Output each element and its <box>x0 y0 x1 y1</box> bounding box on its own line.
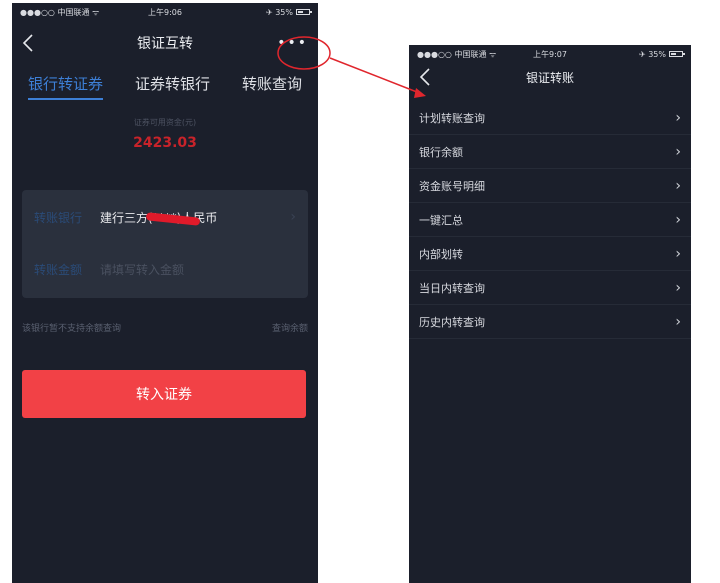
chevron-right-icon: › <box>675 313 681 330</box>
chevron-right-icon: › <box>675 177 681 194</box>
menu-item-label: 当日内转查询 <box>419 281 485 295</box>
nav-bar: 银证互转 ••• <box>12 21 318 65</box>
amount-label: 转账金额 <box>34 262 83 277</box>
transfer-tabs: 银行转证券 证券转银行 转账查询 <box>12 69 318 105</box>
chevron-right-icon: › <box>675 245 681 262</box>
battery-status: ✈ 35% <box>265 7 312 17</box>
battery-percent: ✈ 35% <box>638 49 666 59</box>
battery-icon <box>669 51 685 57</box>
menu-item-label: 历史内转查询 <box>419 315 485 329</box>
transfer-form-card: 转账银行 建行三方(****)人民币 › 转账金额 请填写转入金额 <box>22 190 308 298</box>
menu-item-one-click-summary[interactable]: 一键汇总 › <box>409 203 691 237</box>
chevron-right-icon: › <box>290 209 296 225</box>
battery-icon <box>296 9 312 15</box>
chevron-right-icon: › <box>675 109 681 126</box>
back-icon[interactable] <box>22 33 42 53</box>
page-title: 银证转账 <box>525 70 574 85</box>
page-title: 银证互转 <box>137 36 193 52</box>
carrier-signal: ●●●○○ 中国联通 ᯤ <box>417 49 497 59</box>
tab-transfer-query[interactable]: 转账查询 <box>242 69 302 100</box>
hint-text: 该银行暂不支持余额查询 <box>22 324 122 334</box>
battery-percent: ✈ 35% <box>265 7 293 17</box>
menu-item-label: 内部划转 <box>419 247 463 261</box>
status-bar: ●●●○○ 中国联通 ᯤ 上午9:06 ✈ 35% <box>12 3 318 21</box>
menu-item-history-internal-query[interactable]: 历史内转查询 › <box>409 305 691 339</box>
back-icon[interactable] <box>419 67 439 87</box>
chevron-right-icon: › <box>675 143 681 160</box>
available-balance-value: 2423.03 <box>133 135 197 151</box>
chevron-right-icon: › <box>675 279 681 296</box>
menu-item-planned-transfer-query[interactable]: 计划转账查询 › <box>409 101 691 135</box>
more-options-icon[interactable]: ••• <box>277 35 308 51</box>
balance-hint: 该银行暂不支持余额查询 查询余额 <box>22 321 308 334</box>
amount-row[interactable]: 转账金额 请填写转入金额 <box>34 254 296 284</box>
menu-item-internal-transfer[interactable]: 内部划转 › <box>409 237 691 271</box>
bank-value: 建行三方(****)人民币 <box>100 209 217 226</box>
menu-item-label: 一键汇总 <box>419 213 463 227</box>
tab-bank-to-securities[interactable]: 银行转证券 <box>27 69 104 100</box>
transfer-in-button[interactable]: 转入证券 <box>22 370 306 418</box>
menu-item-bank-balance[interactable]: 银行余额 › <box>409 135 691 169</box>
menu-item-label: 资金账号明细 <box>419 179 485 193</box>
menu-item-label: 银行余额 <box>419 145 463 159</box>
menu-item-account-details[interactable]: 资金账号明细 › <box>409 169 691 203</box>
amount-input[interactable]: 请填写转入金额 <box>100 261 184 278</box>
right-phone-screen: ●●●○○ 中国联通 ᯤ 上午9:07 ✈ 35% 银证转账 计划转账查询 › … <box>409 45 691 583</box>
bank-select-row[interactable]: 转账银行 建行三方(****)人民币 › <box>34 202 296 232</box>
menu-item-today-internal-query[interactable]: 当日内转查询 › <box>409 271 691 305</box>
carrier-signal: ●●●○○ 中国联通 ᯤ <box>20 7 100 17</box>
left-phone-screen: ●●●○○ 中国联通 ᯤ 上午9:06 ✈ 35% 银证互转 ••• 银行转证券… <box>12 3 318 583</box>
menu-item-label: 计划转账查询 <box>419 111 485 125</box>
battery-status: ✈ 35% <box>638 49 685 59</box>
transfer-menu: 计划转账查询 › 银行余额 › 资金账号明细 › 一键汇总 › 内部划转 › 当… <box>409 101 691 339</box>
query-balance-link[interactable]: 查询余额 <box>272 321 308 334</box>
available-balance-label: 证券可用资金(元) <box>133 118 197 127</box>
tab-securities-to-bank[interactable]: 证券转银行 <box>135 69 210 100</box>
bank-label: 转账银行 <box>34 210 83 225</box>
nav-bar: 银证转账 <box>409 59 691 95</box>
chevron-right-icon: › <box>675 211 681 228</box>
